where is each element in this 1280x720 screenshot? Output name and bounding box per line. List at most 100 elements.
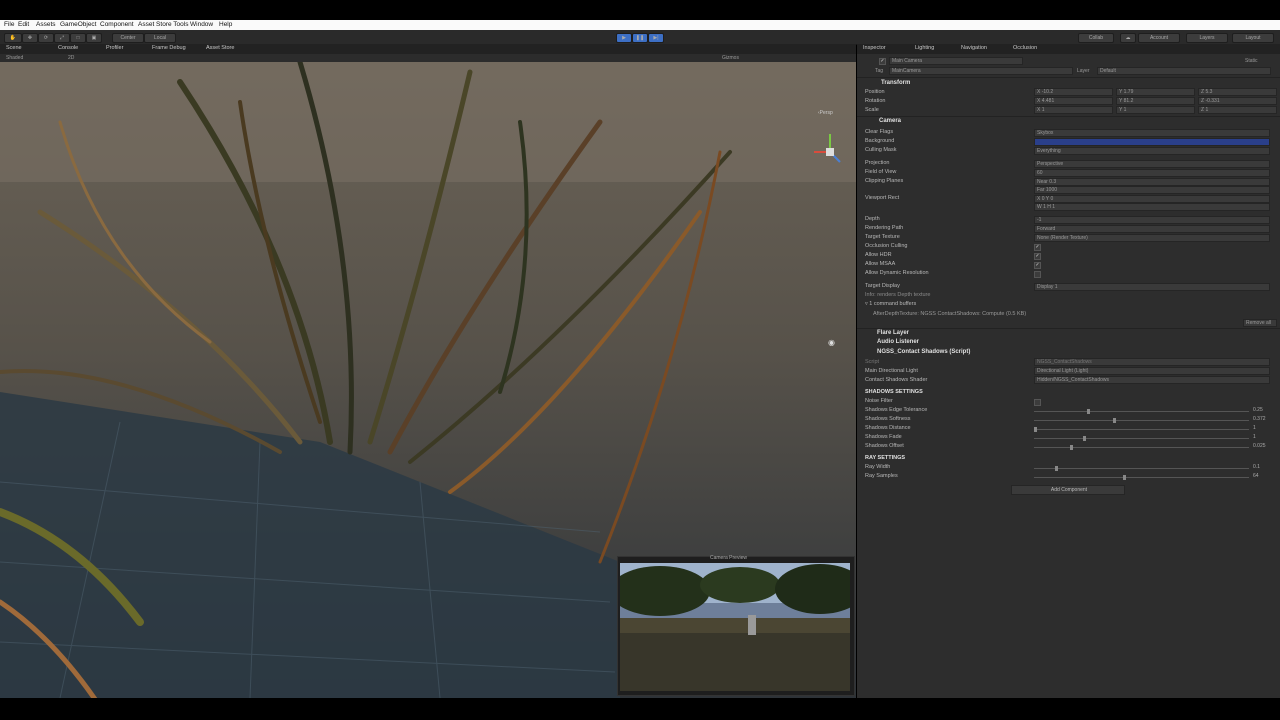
- rotation-x-field[interactable]: X 4.481: [1034, 97, 1113, 105]
- pivot-toggle[interactable]: Center: [112, 33, 144, 43]
- tab-occlusion[interactable]: Occlusion: [1013, 45, 1037, 51]
- tab-frame-debug[interactable]: Frame Debug: [152, 45, 186, 51]
- layers-dropdown[interactable]: Layers: [1186, 33, 1228, 43]
- camera-row-field[interactable]: -1: [1034, 216, 1270, 224]
- camera-row-field[interactable]: 60: [1034, 169, 1270, 177]
- setting-value[interactable]: 1: [1253, 434, 1256, 440]
- object-name-field[interactable]: Main Camera: [889, 57, 1023, 65]
- setting-slider[interactable]: [1034, 475, 1249, 480]
- setting-value[interactable]: 0.372: [1253, 416, 1266, 422]
- layout-dropdown[interactable]: Layout: [1232, 33, 1274, 43]
- camera-row-field[interactable]: W 1 H 1: [1034, 203, 1270, 211]
- move-tool-button[interactable]: ✥: [22, 33, 38, 43]
- camera-row-field[interactable]: Forward: [1034, 225, 1270, 233]
- hand-tool-button[interactable]: ✋: [4, 33, 22, 43]
- camera-row-field[interactable]: X 0 Y 0: [1034, 195, 1270, 203]
- menu-item-gameobject[interactable]: GameObject: [60, 21, 97, 28]
- position-x-field[interactable]: X -10.2: [1034, 88, 1113, 96]
- setting-slider[interactable]: [1034, 445, 1249, 450]
- camera-row-field[interactable]: None (Render Texture): [1034, 234, 1270, 242]
- rotation-z-field[interactable]: Z -0.331: [1198, 97, 1277, 105]
- gizmos-dropdown[interactable]: Gizmos: [722, 55, 739, 61]
- slider-handle[interactable]: [1123, 475, 1126, 480]
- setting-slider[interactable]: [1034, 466, 1249, 471]
- scale-x-field[interactable]: X 1: [1034, 106, 1113, 114]
- camera-header[interactable]: Camera: [879, 118, 901, 124]
- shading-mode-dropdown[interactable]: Shaded: [6, 55, 23, 61]
- setting-value[interactable]: 0.1: [1253, 464, 1260, 470]
- tag-dropdown[interactable]: MainCamera: [889, 67, 1073, 75]
- step-button[interactable]: ▶|: [648, 33, 664, 43]
- camera-row-checkbox[interactable]: ✓: [1034, 244, 1041, 251]
- camera-row-field[interactable]: Perspective: [1034, 160, 1270, 168]
- menu-item-file[interactable]: File: [4, 21, 14, 28]
- rotation-y-field[interactable]: Y 81.2: [1116, 97, 1195, 105]
- tab-lighting[interactable]: Lighting: [915, 45, 934, 51]
- shader-field[interactable]: Hidden/NGSS_ContactShadows: [1034, 376, 1270, 384]
- scale-z-field[interactable]: Z 1: [1198, 106, 1277, 114]
- 2d-toggle[interactable]: 2D: [68, 55, 74, 61]
- setting-value[interactable]: 1: [1253, 425, 1256, 431]
- menu-item-window[interactable]: Window: [190, 21, 213, 28]
- tab-inspector[interactable]: Inspector: [863, 45, 886, 51]
- space-toggle[interactable]: Local: [144, 33, 176, 43]
- setting-slider[interactable]: [1034, 418, 1249, 423]
- slider-handle[interactable]: [1087, 409, 1090, 414]
- collab-button[interactable]: Collab: [1078, 33, 1114, 43]
- camera-row-field[interactable]: Skybox: [1034, 129, 1270, 137]
- tab-scene[interactable]: Scene: [6, 45, 22, 51]
- position-y-field[interactable]: Y 1.79: [1116, 88, 1195, 96]
- layer-dropdown[interactable]: Default: [1097, 67, 1271, 75]
- add-component-button[interactable]: Add Component: [1011, 485, 1125, 495]
- menu-item-edit[interactable]: Edit: [18, 21, 29, 28]
- active-checkbox[interactable]: ✓: [879, 58, 886, 65]
- camera-row-checkbox[interactable]: [1034, 271, 1041, 278]
- menu-item-help[interactable]: Help: [219, 21, 232, 28]
- setting-checkbox[interactable]: [1034, 399, 1041, 406]
- camera-row-field[interactable]: Far 1000: [1034, 186, 1270, 194]
- camera-row-field[interactable]: Display 1: [1034, 283, 1270, 291]
- perspective-label[interactable]: ‹Persp: [818, 110, 833, 116]
- static-toggle[interactable]: Static: [1245, 58, 1258, 64]
- tab-profiler[interactable]: Profiler: [106, 45, 123, 51]
- position-z-field[interactable]: Z 5.3: [1198, 88, 1277, 96]
- command-buffers-foldout[interactable]: ▿ 1 command buffers: [865, 301, 916, 307]
- slider-handle[interactable]: [1113, 418, 1116, 423]
- camera-row-checkbox[interactable]: ✓: [1034, 253, 1041, 260]
- camera-row-checkbox[interactable]: ✓: [1034, 262, 1041, 269]
- flare-layer-header[interactable]: Flare Layer: [877, 330, 909, 336]
- tab-navigation[interactable]: Navigation: [961, 45, 987, 51]
- tab-console[interactable]: Console: [58, 45, 78, 51]
- ngss-script-header[interactable]: NGSS_Contact Shadows (Script): [877, 349, 970, 355]
- pause-button[interactable]: ❚❚: [632, 33, 648, 43]
- cloud-icon[interactable]: ☁: [1120, 33, 1136, 43]
- audio-listener-header[interactable]: Audio Listener: [877, 339, 919, 345]
- camera-row-field[interactable]: Everything: [1034, 147, 1270, 155]
- play-button[interactable]: ▶: [616, 33, 632, 43]
- slider-handle[interactable]: [1034, 427, 1037, 432]
- remove-all-button[interactable]: Remove all: [1243, 319, 1277, 327]
- scale-y-field[interactable]: Y 1: [1116, 106, 1195, 114]
- rect-tool-button[interactable]: □: [70, 33, 86, 43]
- slider-handle[interactable]: [1070, 445, 1073, 450]
- rotate-tool-button[interactable]: ⟳: [38, 33, 54, 43]
- menu-item-asset-store-tools[interactable]: Asset Store Tools: [138, 21, 188, 28]
- scale-tool-button[interactable]: ⤢: [54, 33, 70, 43]
- setting-value[interactable]: 64: [1253, 473, 1259, 479]
- slider-handle[interactable]: [1083, 436, 1086, 441]
- tab-asset-store[interactable]: Asset Store: [206, 45, 234, 51]
- menu-item-component[interactable]: Component: [100, 21, 134, 28]
- menu-item-assets[interactable]: Assets: [36, 21, 56, 28]
- camera-row-field[interactable]: Near 0.3: [1034, 178, 1270, 186]
- setting-slider[interactable]: [1034, 427, 1249, 432]
- setting-slider[interactable]: [1034, 409, 1249, 414]
- account-dropdown[interactable]: Account: [1138, 33, 1180, 43]
- transform-tool-button[interactable]: ▣: [86, 33, 102, 43]
- setting-value[interactable]: 0.025: [1253, 443, 1266, 449]
- slider-handle[interactable]: [1055, 466, 1058, 471]
- transform-header[interactable]: Transform: [881, 80, 910, 86]
- main-light-field[interactable]: Directional Light (Light): [1034, 367, 1270, 375]
- camera-row-field[interactable]: [1034, 138, 1270, 146]
- setting-slider[interactable]: [1034, 436, 1249, 441]
- setting-value[interactable]: 0.25: [1253, 407, 1263, 413]
